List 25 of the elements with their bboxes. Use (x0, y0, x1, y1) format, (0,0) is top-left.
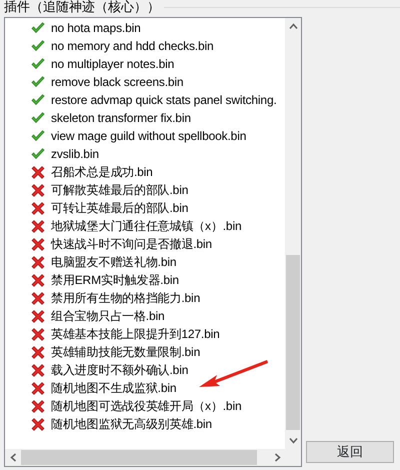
plugin-name[interactable]: no multiplayer notes.bin (51, 55, 174, 73)
plugin-name[interactable]: 载入进度时不额外确认.bin (51, 361, 188, 379)
plugin-name[interactable]: 电脑盟友不赠送礼物.bin (51, 253, 176, 271)
plugin-name[interactable]: 可转让英雄最后的部队.bin (51, 199, 188, 217)
plugin-name[interactable]: remove black screens.bin (51, 73, 184, 91)
plugin-name[interactable]: zvslib.bin (51, 145, 99, 163)
plugin-name[interactable]: 可解散英雄最后的部队.bin (51, 181, 188, 199)
plugin-name[interactable]: restore advmap quick stats panel switching. (51, 91, 277, 109)
plugin-name[interactable]: no hota maps.bin (51, 19, 141, 37)
plugin-name[interactable]: 英雄基本技能上限提升到127.bin (51, 325, 220, 343)
plugin-name[interactable]: no memory and hdd checks.bin (51, 37, 214, 55)
plugin-name[interactable]: 随机地图不生成监狱.bin (51, 379, 176, 397)
plugin-name[interactable]: 地狱城堡大门通往任意城镇（x）.bin (51, 217, 242, 235)
plugin-name[interactable]: 禁用所有生物的格挡能力.bin (51, 289, 200, 307)
plugin-name[interactable]: skeleton transformer fix.bin (51, 109, 191, 127)
back-button[interactable]: 返回 (306, 441, 394, 463)
plugin-name[interactable]: 快速战斗时不询问是否撤退.bin (51, 235, 212, 253)
group-title: 插件（追随神迹（核心）） (3, 0, 160, 14)
plugin-name[interactable]: 随机地图监狱无高级别英雄.bin (51, 415, 212, 433)
plugin-name[interactable]: 英雄辅助技能无数量限制.bin (51, 343, 200, 361)
plugin-name[interactable]: 组合宝物只占一格.bin (51, 307, 165, 325)
plugin-name[interactable]: view mage guild without spellbook.bin (51, 127, 246, 145)
plugin-name[interactable]: 禁用ERM实时触发器.bin (51, 271, 179, 289)
plugin-name[interactable]: 召船术总是成功.bin (51, 163, 153, 181)
plugin-name[interactable]: 随机地图可选战役英雄开局（x）.bin (51, 397, 242, 415)
